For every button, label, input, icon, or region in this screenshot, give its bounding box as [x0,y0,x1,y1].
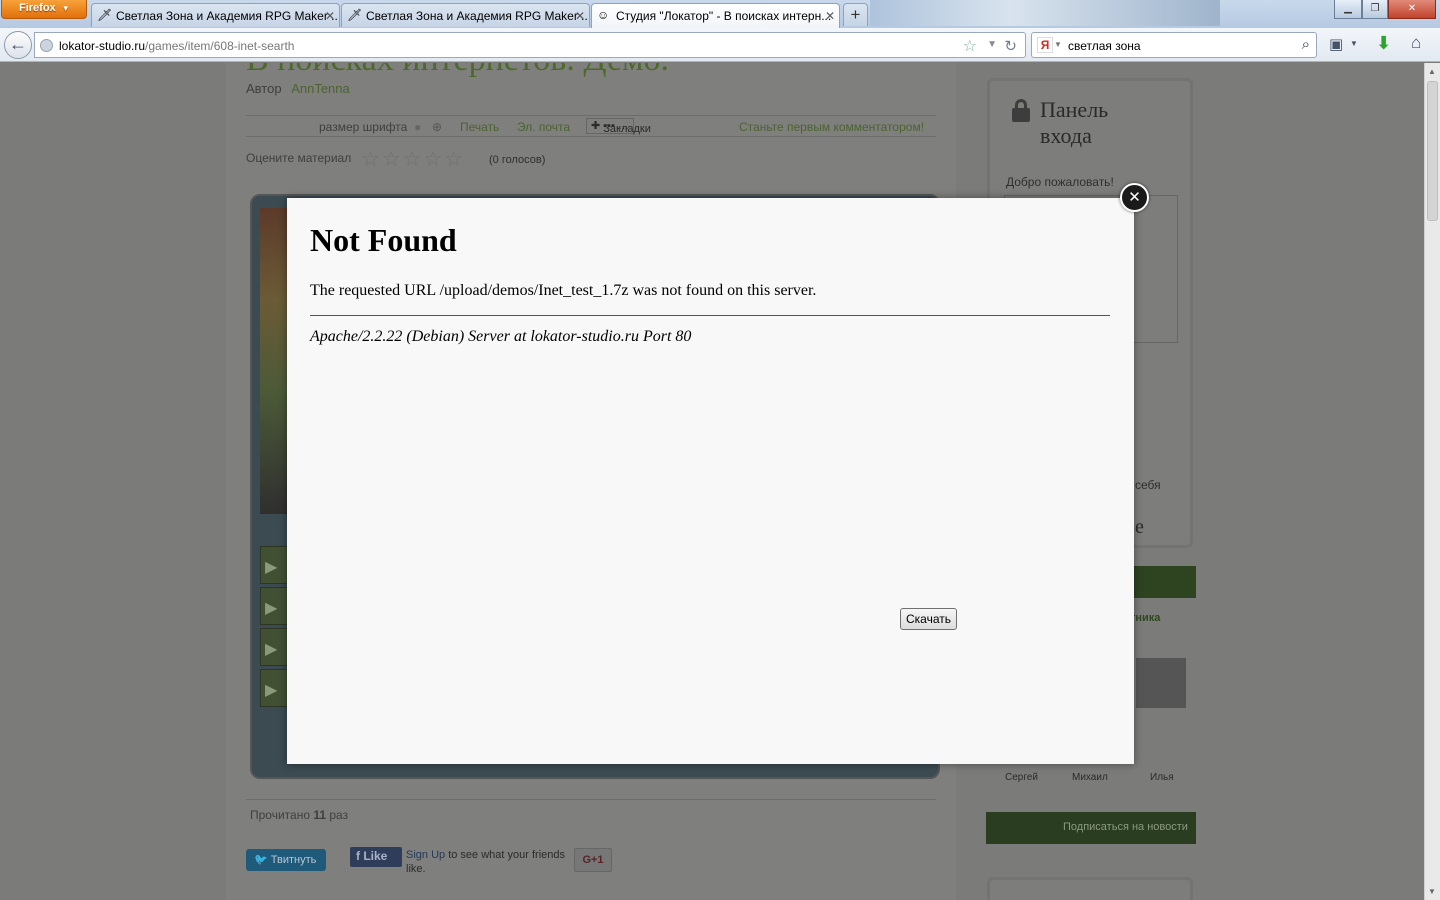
tab-3-active[interactable]: ☺ Студия "Локатор" - В поисках интерн...… [591,3,840,28]
read-count-line: Прочитано 11 раз [250,808,348,822]
tweet-button[interactable]: 🐦 Твитнуть [246,849,326,871]
url-text[interactable]: lokator-studio.ru/games/item/608-inet-se… [59,39,294,53]
author-line: Автор AnnTenna [246,81,350,96]
tab-bar: Firefox ▼ 🗡 Светлая Зона и Академия RPG M… [0,0,1440,28]
chevron-down-icon[interactable]: ▼ [987,39,997,50]
search-icon[interactable]: ⌕ [1302,36,1310,53]
error-heading: Not Found [310,222,457,258]
font-decrease-icon[interactable]: ● [414,120,421,134]
google-plus-button[interactable]: G+1 [574,848,612,872]
fb-signup-link[interactable]: Sign Up [406,849,445,861]
fb-like-label: Like [363,849,388,863]
rate-label: Оцените материал [246,151,352,165]
tab-title: Студия "Локатор" - В поисках интерн... [616,9,832,23]
rating-stars[interactable]: ☆☆☆☆☆ [361,147,465,172]
facebook-icon: f [356,849,360,863]
download-arrow-icon[interactable]: ⬇ [1376,33,1391,54]
maximize-button[interactable]: ❐ [1362,0,1388,19]
sidebar-block [987,877,1193,900]
login-panel-title: Панель входа [1040,97,1109,148]
sword-icon: 🗡 [347,8,363,22]
download-button[interactable]: Скачать [900,608,957,630]
tab-1[interactable]: 🗡 Светлая Зона и Академия RPG Maker ... … [91,3,340,27]
bookmark-star-icon[interactable]: ☆ [963,36,977,56]
globe-icon [40,39,53,52]
search-bar[interactable]: Я ▼ светлая зона ⌕ [1031,32,1317,58]
author-label: Автор [246,81,282,96]
window-close-button[interactable]: ✕ [1388,0,1436,19]
search-input[interactable]: светлая зона [1068,39,1141,53]
new-tab-button[interactable]: + [843,3,868,26]
error-message: The requested URL /upload/demos/Inet_tes… [310,282,817,299]
navigation-bar: ← lokator-studio.ru/games/item/608-inet-… [0,28,1440,62]
tab-2[interactable]: 🗡 Светлая Зона и Академия RPG Maker ... … [341,3,590,27]
minimize-button[interactable]: ▁ [1334,0,1362,19]
article-title: В поисках интернетов. Демо. [246,63,669,79]
bookmarks-widget[interactable]: ✚ Закладки ▪▪▪ … [586,118,651,135]
url-host: lokator-studio.ru [59,39,146,53]
scroll-up-icon[interactable]: ▲ [1428,67,1436,76]
sidebar-link-fragment[interactable]: тника [1130,612,1160,624]
url-bar[interactable]: lokator-studio.ru/games/item/608-inet-se… [34,32,1026,58]
chevron-down-icon[interactable]: ▼ [1350,39,1358,48]
friend-name[interactable]: Сергей [1005,772,1038,783]
font-increase-icon[interactable]: ⊕ [432,120,442,134]
tab-close-icon[interactable]: ✕ [825,9,835,23]
bookmarks-label: Закладки [603,123,651,135]
back-arrow-icon[interactable]: ← [4,31,32,59]
divider [246,799,936,800]
tab-title: Светлая Зона и Академия RPG Maker ... [116,9,340,23]
sword-icon: 🗡 [97,8,113,22]
divider [310,315,1110,316]
lock-icon [1012,99,1030,123]
read-label: Прочитано [250,808,310,822]
friend-name[interactable]: Михаил [1072,772,1108,783]
firefox-menu-button[interactable]: Firefox ▼ [1,0,87,19]
scroll-thumb[interactable] [1427,81,1438,221]
home-icon[interactable]: ⌂ [1411,33,1421,53]
chevron-down-icon: ▼ [61,4,70,13]
tab-close-icon[interactable]: ✕ [575,9,585,23]
tab-bar-background [870,0,1220,26]
tab-title: Светлая Зона и Академия RPG Maker ... [366,9,590,23]
twitter-icon: 🐦 [254,854,268,866]
avatar[interactable] [1136,658,1186,708]
read-count: 11 [313,808,327,822]
url-path: /games/item/608-inet-searth [145,39,295,53]
read-suffix: раз [329,808,349,822]
subscribe-button[interactable]: Подписаться на новости [986,812,1196,844]
scrollbar[interactable]: ▲ ▼ [1424,63,1440,900]
vote-count: (0 голосов) [489,154,546,166]
facebook-like-button[interactable]: f Like [350,847,402,867]
yandex-icon[interactable]: Я [1037,37,1053,53]
tweet-label: Твитнуть [270,854,317,866]
welcome-text: Добро пожаловать! [1006,175,1114,189]
firefox-menu-label: Firefox [19,2,56,14]
sidebar-heading-fragment: е [1135,516,1144,538]
font-size-label: размер шрифта [319,120,408,134]
chevron-down-icon[interactable]: ▼ [1054,40,1062,49]
error-modal: Not Found The requested URL /upload/demo… [287,198,1134,764]
scroll-down-icon[interactable]: ▼ [1428,887,1436,896]
close-icon[interactable]: ✕ [1120,183,1149,212]
reload-icon[interactable]: ↻ [1004,37,1017,55]
email-link[interactable]: Эл. почта [517,120,570,134]
facebook-signup-text: Sign Up to see what your friends like. [406,848,576,876]
first-comment-link[interactable]: Станьте первым комментатором! [739,120,924,134]
author-link[interactable]: AnnTenna [291,81,350,96]
print-link[interactable]: Печать [460,120,499,134]
article-toolbar: размер шрифта ● ⊕ Печать Эл. почта ✚ Зак… [246,115,936,137]
server-signature: Apache/2.2.22 (Debian) Server at lokator… [310,328,692,345]
friend-name[interactable]: Илья [1150,772,1174,783]
bookmarks-icon[interactable]: ▣ [1329,35,1343,53]
smiley-icon: ☺ [597,8,610,22]
tab-close-icon[interactable]: ✕ [325,9,335,23]
